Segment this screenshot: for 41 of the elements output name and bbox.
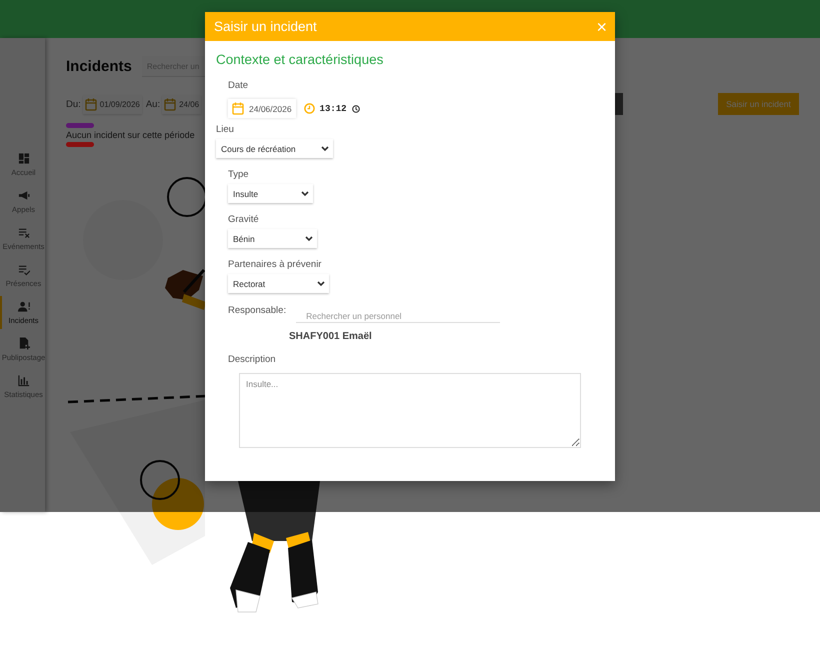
date-label: Date: [228, 80, 250, 91]
field-dropdown[interactable]: Insulte: [228, 184, 313, 203]
section-title: Contexte et caractéristiques: [216, 52, 384, 67]
page-title: Incidents: [66, 58, 132, 75]
chevron-icon: [317, 280, 325, 286]
from-date-field[interactable]: 01/09/2026: [82, 94, 142, 114]
empty-message: Aucun incident sur cette période: [66, 130, 196, 140]
dialog-title: Saisir un incident: [214, 19, 317, 34]
calendar-icon: [84, 98, 97, 110]
field-label: Type: [228, 169, 250, 180]
responsible-name: SHAFY001 Emaël: [289, 331, 373, 342]
megaphone-icon: [18, 188, 30, 202]
from-label: Du:: [66, 98, 81, 110]
calendar-icon: [164, 98, 176, 110]
document-add-icon: [18, 336, 30, 350]
field-label: Gravité: [228, 214, 260, 225]
clock-icon: [352, 104, 360, 112]
to-date-field[interactable]: 24/06: [162, 94, 202, 114]
chevron-icon: [305, 236, 313, 242]
description-field[interactable]: Insulte...: [239, 373, 581, 448]
calendar-icon: [232, 102, 244, 115]
description-label: Description: [228, 354, 277, 365]
chevron-icon: [301, 190, 309, 196]
to-label: Au:: [146, 98, 160, 110]
list-cross-icon: [18, 226, 30, 238]
field-dropdown[interactable]: Rectorat: [228, 274, 329, 293]
list-check-icon: [18, 262, 30, 276]
place-label: Lieu: [216, 124, 235, 135]
place-dropdown[interactable]: Cours de récréation: [216, 139, 333, 158]
time-field[interactable]: 13:12: [300, 100, 364, 117]
bar-chart-icon: [18, 374, 30, 386]
person-alert-icon: [18, 300, 30, 312]
field-dropdown[interactable]: Bénin: [228, 229, 317, 248]
field-label: Partenaires à prévenir: [228, 259, 322, 270]
clock-icon: [304, 103, 315, 114]
close-button[interactable]: ×: [596, 18, 607, 36]
chevron-icon: [321, 146, 329, 152]
new-incident-button[interactable]: Saisir un incident: [718, 93, 799, 115]
responsible-label: Responsable:: [228, 305, 286, 316]
date-field[interactable]: 24/06/2026: [228, 99, 296, 118]
dashboard-icon: [18, 152, 30, 164]
